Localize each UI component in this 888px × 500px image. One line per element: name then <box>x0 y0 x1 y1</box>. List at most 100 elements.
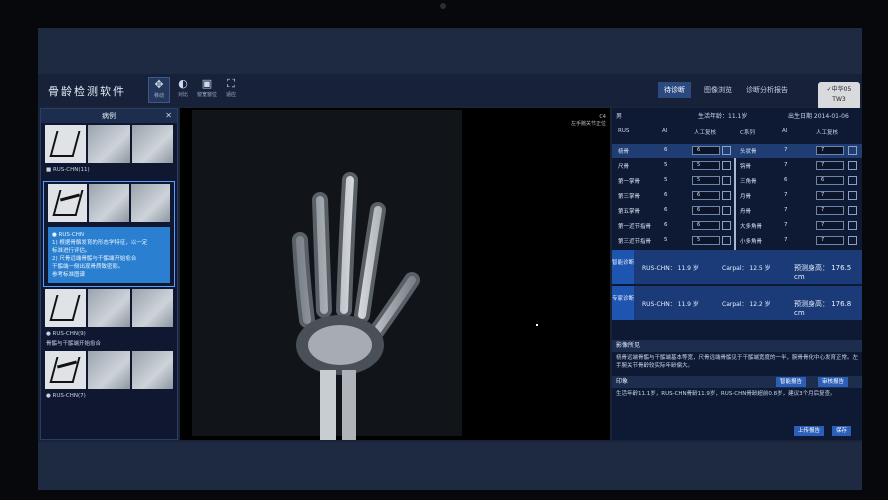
bone-name: 三角骨 <box>740 179 757 185</box>
thumbnail-image <box>89 184 129 222</box>
case-panel: 病例 ✕ ■ RUS-CHN(11) ● RUS-CHN 1) 根据骨骼发育的形… <box>40 108 178 440</box>
image-findings-title: 影像所见 <box>612 340 862 352</box>
grade-select[interactable]: 5 <box>692 176 720 185</box>
grade-select[interactable]: 7 <box>816 221 844 230</box>
grade-select[interactable]: 6 <box>692 221 720 230</box>
grade-value: 5 <box>697 162 701 168</box>
confirm-checkbox[interactable] <box>722 146 731 155</box>
confirm-checkbox[interactable] <box>848 161 857 170</box>
col-head: RUS <box>618 128 630 134</box>
ai-grade: 6 <box>664 192 668 198</box>
standard-selector[interactable]: ✓中华05 TW3 <box>818 82 860 110</box>
tab-pending[interactable]: 待诊断 <box>658 82 691 98</box>
grade-value: 6 <box>697 192 701 198</box>
grade-select[interactable]: 7 <box>816 146 844 155</box>
image-findings-text: 桡骨远端骨骺与干骺端基本等宽，尺骨远端骨骺见于干骺端宽度的一半，腕骨骨化中心发育… <box>616 355 859 369</box>
confirm-checkbox[interactable] <box>848 236 857 245</box>
bone-name: 第一近节指骨 <box>618 224 652 230</box>
table-row[interactable]: 尺骨 5 5 钩骨 7 7 <box>612 159 862 173</box>
thumbnail-image <box>130 184 170 222</box>
confirm-checkbox[interactable] <box>722 176 731 185</box>
confirm-checkbox[interactable] <box>722 161 731 170</box>
thumbnail-image <box>88 125 130 163</box>
confirm-checkbox[interactable] <box>848 206 857 215</box>
bone-name: 月骨 <box>740 194 752 200</box>
col-head: 人工复核 <box>694 130 717 136</box>
col-head: AI <box>782 128 788 134</box>
ai-grade: 5 <box>664 177 668 183</box>
col-head: C系列 <box>740 130 755 136</box>
bone-name: 第三近节指骨 <box>618 239 652 245</box>
grade-value: 7 <box>821 192 825 198</box>
bone-name: 桡骨 <box>618 149 630 155</box>
window-tool-button[interactable]: ▣ 窗宽窗位 <box>196 77 218 103</box>
confirm-checkbox[interactable] <box>722 221 731 230</box>
confirm-checkbox[interactable] <box>722 206 731 215</box>
grade-value: 7 <box>821 237 825 243</box>
save-button[interactable]: 保存 <box>832 426 852 436</box>
review-report-button[interactable]: 审核报告 <box>818 377 849 387</box>
fit-tool-button[interactable]: ⛶ 适应 <box>220 77 242 103</box>
upload-report-button[interactable]: 上传报告 <box>794 426 825 436</box>
thumbnail-image <box>88 351 130 389</box>
table-row[interactable]: 桡骨 6 6 头状骨 7 7 <box>612 144 862 158</box>
move-tool-button[interactable]: ✥ 移动 <box>148 77 170 103</box>
confirm-checkbox[interactable] <box>848 146 857 155</box>
smart-report-button[interactable]: 智能报告 <box>776 377 807 387</box>
bone-name: 尺骨 <box>618 164 630 170</box>
table-row[interactable]: 第三近节指骨 5 5 小多角骨 7 7 <box>612 234 862 248</box>
diagnosis-panel: 男 生活年龄：11.1岁 出生日期 2014-01-06 RUS AI 人工复核… <box>612 108 862 440</box>
table-row[interactable]: 第五掌骨 6 6 舟骨 7 7 <box>612 204 862 218</box>
grade-select[interactable]: 7 <box>816 161 844 170</box>
ai-grade: 7 <box>784 147 788 153</box>
table-row[interactable]: 第一近节指骨 6 6 大多角骨 7 7 <box>612 219 862 233</box>
case-thumbs-4[interactable] <box>41 349 177 391</box>
confirm-checkbox[interactable] <box>722 236 731 245</box>
case-panel-title: 病例 <box>102 112 116 120</box>
col-head: AI <box>662 128 668 134</box>
patient-sex: 男 <box>616 113 623 120</box>
app-screen: 骨龄检测软件 ✥ 移动 ◐ 对比 ▣ 窗宽窗位 ⛶ 适应 待诊断 图像浏览 诊断… <box>38 28 862 490</box>
confirm-checkbox[interactable] <box>848 191 857 200</box>
ai-grade: 7 <box>784 237 788 243</box>
grade-value: 7 <box>821 207 825 213</box>
case-note: 骨骺与干骺端开始愈合 <box>46 341 102 347</box>
grade-select[interactable]: 6 <box>692 206 720 215</box>
top-band <box>38 28 862 74</box>
confirm-checkbox[interactable] <box>722 191 731 200</box>
ai-grade: 6 <box>664 207 668 213</box>
bone-name: 大多角骨 <box>740 224 763 230</box>
close-icon[interactable]: ✕ <box>165 109 172 123</box>
thumbnail-image <box>131 351 173 389</box>
grade-select[interactable]: 6 <box>692 146 720 155</box>
ai-grade: 6 <box>664 147 668 153</box>
grade-select[interactable]: 5 <box>692 161 720 170</box>
tab-report[interactable]: 诊断分析报告 <box>740 82 794 98</box>
table-row[interactable]: 第一掌骨 5 5 三角骨 6 6 <box>612 174 862 188</box>
case-thumbs-3[interactable] <box>41 287 177 329</box>
confirm-checkbox[interactable] <box>848 176 857 185</box>
grade-select[interactable]: 5 <box>692 236 720 245</box>
contrast-icon: ◐ <box>178 77 188 90</box>
grade-select[interactable]: 6 <box>692 191 720 200</box>
ai-grade: 5 <box>664 162 668 168</box>
impression-text: 生活年龄11.1岁，RUS-CHN骨龄11.9岁，RUS-CHN骨龄超前0.8岁… <box>616 391 836 397</box>
ai-result: 智能诊断 RUS-CHN： 11.9 岁 Carpal： 12.5 岁 预测身高… <box>612 250 862 284</box>
toolbar: 骨龄检测软件 ✥ 移动 ◐ 对比 ▣ 窗宽窗位 ⛶ 适应 待诊断 图像浏览 诊断… <box>38 74 862 106</box>
contrast-tool-button[interactable]: ◐ 对比 <box>172 77 194 103</box>
grade-value: 7 <box>821 222 825 228</box>
ai-grade: 7 <box>784 162 788 168</box>
table-row[interactable]: 第三掌骨 6 6 月骨 7 7 <box>612 189 862 203</box>
grade-select[interactable]: 7 <box>816 191 844 200</box>
grade-select[interactable]: 7 <box>816 236 844 245</box>
bone-name: 第三掌骨 <box>618 194 641 200</box>
window-icon: ▣ <box>201 77 213 90</box>
case-thumbs-1[interactable] <box>41 123 177 165</box>
xray-viewer[interactable]: C4 左手腕关节正位 <box>180 108 610 440</box>
grade-select[interactable]: 6 <box>816 176 844 185</box>
ai-grade: 7 <box>784 192 788 198</box>
selected-case[interactable]: ● RUS-CHN 1) 根据骨骼发育的形态学特征，以一定 标准进行评估。 2)… <box>43 181 175 287</box>
confirm-checkbox[interactable] <box>848 221 857 230</box>
tab-image-browse[interactable]: 图像浏览 <box>698 82 738 98</box>
grade-select[interactable]: 7 <box>816 206 844 215</box>
